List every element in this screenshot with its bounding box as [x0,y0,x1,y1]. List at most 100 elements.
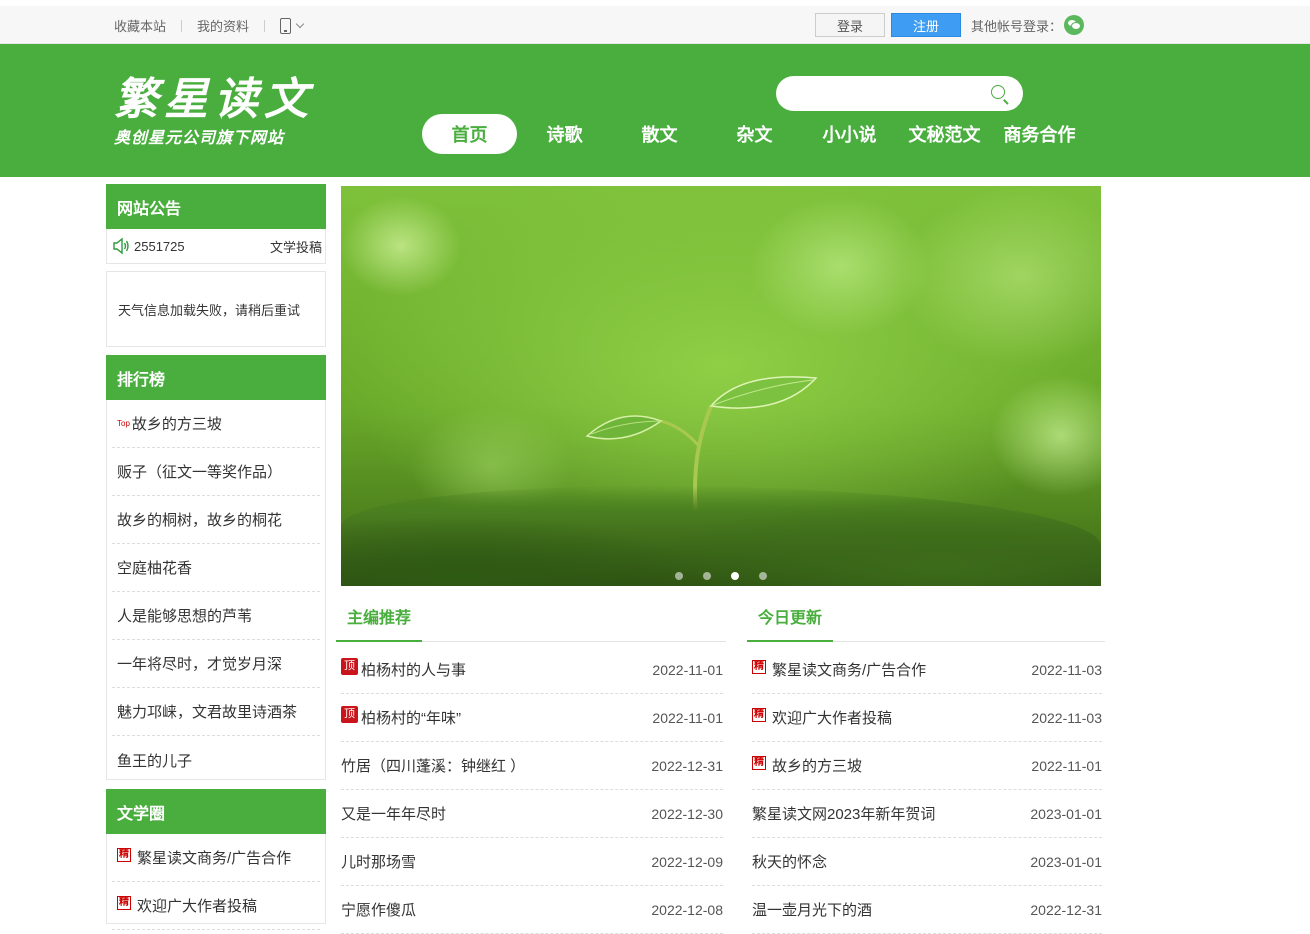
article-date: 2022-12-31 [651,757,723,774]
search-input[interactable] [792,76,982,111]
carousel-dot[interactable] [759,572,767,580]
carousel-dot[interactable] [703,572,711,580]
speaker-icon [113,237,129,255]
phone-icon [280,17,292,34]
notice-header: 网站公告 [106,184,326,229]
search-icon[interactable] [991,85,1005,99]
article-title: 繁星读文网2023年新年贺词 [752,806,936,823]
carousel-dot[interactable] [675,572,683,580]
article-title-wrap: 宁愿作傻瓜 [341,899,416,920]
article-date: 2022-11-03 [1031,709,1102,726]
pinned-icon: 顶 [341,706,358,723]
rank-item[interactable]: 空庭柚花香 [112,544,320,592]
nav-item[interactable]: 首页 [422,114,517,154]
divider [264,19,266,32]
article-date: 2022-12-09 [651,853,723,870]
article-title-wrap: 竹居（四川蓬溪：钟继红 ） [341,755,525,776]
article-row[interactable]: 精繁星读文商务/广告合作 2022-11-03 [752,646,1102,694]
article-title-wrap: 顶柏杨村的“年味” [341,706,461,728]
article-date: 2023-01-01 [1030,853,1102,870]
top-bar-right: 登录 注册 其他帐号登录： [815,13,1085,37]
rank-item-title: 鱼王的儿子 [117,752,193,770]
article-row[interactable]: 顶柏杨村的“年味” 2022-11-01 [341,694,723,742]
article-row[interactable]: 精欢迎广大作者投稿 2022-11-03 [752,694,1102,742]
editor-pick-title: 主编推荐 [336,596,423,642]
top-bar-left: 收藏本站 我的资料 [114,16,305,35]
rank-list: Top 故乡的方三坡贩子（征文一等奖作品） 故乡的桐树，故乡的桐花 空庭柚花香人是能够… [106,400,326,780]
article-row[interactable]: 繁星读文网2023年新年贺词 2023-01-01 [752,790,1102,838]
site-logo[interactable]: 繁星读文 奥创星元公司旗下网站 [114,74,314,148]
article-title-wrap: 温一壶月光下的酒 [752,899,872,920]
article-date: 2022-12-31 [1030,901,1102,918]
literature-item[interactable]: 精欢迎广大作者投稿 [112,882,320,930]
nav-item[interactable]: 商务合作 [992,114,1087,154]
rank-item-title: 故乡的桐树，故乡的桐花 [117,512,283,529]
nav-item[interactable]: 文秘范文 [897,114,992,154]
literature-list: 精繁星读文商务/广告合作精欢迎广大作者投稿 [106,834,326,930]
today-update-title: 今日更新 [747,596,834,642]
article-row[interactable]: 秋天的怀念 2023-01-01 [752,838,1102,886]
bookmark-link[interactable]: 收藏本站 [114,16,166,35]
nav-item[interactable]: 杂文 [707,114,802,154]
rank-item[interactable]: 一年将尽时，才觉岁月深 [112,640,320,688]
rank-item-title: 一年将尽时，才觉岁月深 [117,656,283,673]
article-title: 繁星读文商务/广告合作 [772,662,927,679]
rank-item[interactable]: 人是能够思想的芦苇 [112,592,320,640]
article-title: 柏杨村的“年味” [361,710,461,727]
editor-pick-list: 顶柏杨村的人与事 2022-11-01 顶柏杨村的“年味” 2022-11-01 竹居（… [341,646,723,934]
notice-ticker: 2551725 文学投稿 [106,229,326,264]
top-icon: Top [117,419,130,428]
rank-item-title: 故乡的方三坡 [131,416,222,433]
nav-item[interactable]: 散文 [612,114,707,154]
profile-link[interactable]: 我的资料 [197,16,249,35]
moss-ground [341,486,1101,586]
wechat-icon[interactable] [1064,15,1085,35]
login-button[interactable]: 登录 [815,13,885,37]
article-date: 2022-12-30 [651,805,723,822]
literature-item-title: 欢迎广大作者投稿 [137,898,258,915]
rank-item-title: 空庭柚花香 [117,560,193,577]
register-button[interactable]: 注册 [891,13,961,37]
featured-tag-icon: 精 [752,659,766,674]
top-bar: 收藏本站 我的资料 登录 注册 其他帐号登录： [0,0,1310,44]
article-title: 竹居（四川蓬溪：钟继红 ） [341,758,526,775]
article-row[interactable]: 宁愿作傻瓜 2022-12-08 [341,886,723,934]
rank-item-title: 贩子（征文一等奖作品） [117,464,283,481]
carousel-dot[interactable] [731,572,739,580]
nav-item[interactable]: 诗歌 [517,114,612,154]
banner-carousel[interactable] [341,186,1101,586]
main-nav: 首页 诗歌 散文 杂文 小小说 文秘范文 商务合作 [422,114,1087,154]
article-date: 2022-12-08 [651,901,723,918]
logo-title: 繁星读文 [114,74,314,125]
notice-text-2[interactable]: 文学投稿 [270,237,322,256]
divider [181,19,183,32]
site-header: 繁星读文 奥创星元公司旗下网站 首页 诗歌 散文 杂文 小小说 文秘范文 商务合作 [0,44,1310,177]
article-row[interactable]: 顶柏杨村的人与事 2022-11-01 [341,646,723,694]
article-title-wrap: 精繁星读文商务/广告合作 [752,659,926,680]
chevron-down-icon [295,19,305,28]
article-row[interactable]: 温一壶月光下的酒 2022-12-31 [752,886,1102,934]
article-row[interactable]: 儿时那场雪 2022-12-09 [341,838,723,886]
weather-widget: 天气信息加载失败，请稍后重试 [106,271,326,347]
article-title-wrap: 儿时那场雪 [341,851,416,872]
article-title-wrap: 繁星读文网2023年新年贺词 [752,803,935,824]
article-date: 2022-11-01 [652,709,723,726]
literature-item[interactable]: 精繁星读文商务/广告合作 [112,834,320,882]
pinned-icon: 顶 [341,658,358,675]
notice-text[interactable]: 2551725 [134,239,185,254]
rank-item[interactable]: 贩子（征文一等奖作品） [112,448,320,496]
rank-item[interactable]: 魅力邛崃，文君故里诗酒茶 [112,688,320,736]
article-row[interactable]: 又是一年年尽时 2022-12-30 [341,790,723,838]
article-title-wrap: 秋天的怀念 [752,851,827,872]
carousel-dots [675,572,767,580]
nav-item[interactable]: 小小说 [802,114,897,154]
literature-header: 文学圈 [106,789,326,834]
article-row[interactable]: 精故乡的方三坡 2022-11-01 [752,742,1102,790]
article-row[interactable]: 竹居（四川蓬溪：钟继红 ） 2022-12-31 [341,742,723,790]
mobile-menu[interactable] [280,17,305,34]
rank-item[interactable]: 故乡的桐树，故乡的桐花 [112,496,320,544]
article-title-wrap: 精故乡的方三坡 [752,755,862,776]
rank-item[interactable]: 鱼王的儿子 [112,736,320,784]
literature-item-title: 繁星读文商务/广告合作 [137,850,292,867]
rank-item[interactable]: Top 故乡的方三坡 [112,400,320,448]
